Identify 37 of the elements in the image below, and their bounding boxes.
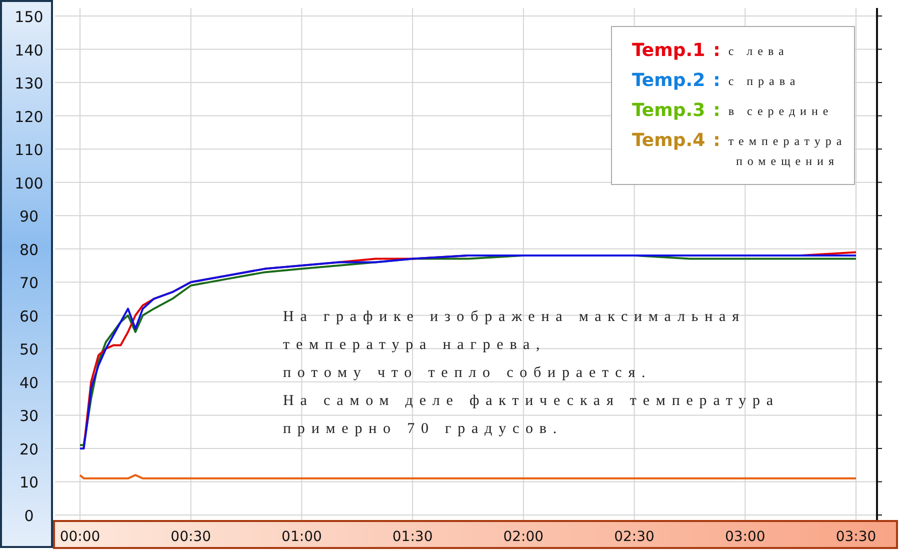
x-tick-label: 03:00 (724, 529, 766, 545)
legend-label: Temp.3 (632, 101, 706, 121)
legend-colon: : (713, 71, 720, 91)
legend-description: температура помещения (728, 133, 847, 170)
y-tick-label: 120 (14, 108, 44, 126)
x-tick-label: 01:00 (282, 529, 322, 545)
legend-label: Temp.1 (632, 41, 706, 61)
y-tick-label: 70 (19, 274, 39, 292)
legend-description: в середине (728, 103, 834, 120)
x-tick-label: 00:30 (170, 529, 212, 545)
legend-colon: : (713, 41, 720, 61)
legend-colon: : (713, 101, 720, 121)
legend-label: Temp.4 (632, 131, 706, 151)
x-tick-label: 01:30 (392, 529, 433, 545)
y-tick-label: 80 (19, 240, 39, 259)
chart-note: На графике изображена максимальная температура нагрева, потому что тепло собирается. На самом деле фактическая температура примерно 70 градусов. (283, 308, 780, 439)
x-tick-label: 02:30 (614, 529, 654, 545)
y-tick-label: 150 (14, 8, 44, 26)
legend-description: с лева (728, 43, 789, 60)
y-tick-label: 90 (19, 208, 39, 226)
legend-description: с права (728, 73, 800, 90)
y-tick-label: 20 (19, 440, 39, 458)
x-tick-label: 03:30 (836, 529, 876, 545)
y-tick-label: 140 (14, 41, 44, 60)
y-tick-label: 40 (19, 374, 39, 392)
y-tick-label: 0 (24, 507, 34, 525)
y-tick-label: 130 (14, 74, 44, 93)
x-tick-label: 00:00 (60, 529, 100, 545)
y-tick-label: 110 (14, 141, 44, 160)
y-tick-label: 100 (14, 174, 44, 192)
x-tick-label: 02:00 (503, 529, 544, 545)
legend-colon: : (713, 131, 720, 151)
y-tick-label: 30 (19, 407, 39, 426)
y-tick-label: 10 (19, 474, 39, 492)
y-tick-label: 60 (19, 307, 39, 326)
legend-label: Temp.2 (632, 71, 706, 91)
y-tick-label: 50 (19, 340, 39, 359)
